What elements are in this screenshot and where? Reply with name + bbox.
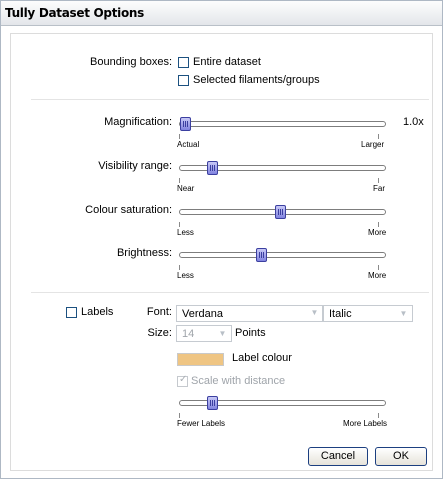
saturation-max-label: More [368,228,387,237]
window-title: Tully Dataset Options [5,6,144,20]
separator [31,292,429,293]
magnification-slider-thumb[interactable] [180,117,191,131]
brightness-slider-track[interactable] [179,252,386,258]
label-colour-label: Label colour [232,352,292,364]
entire-dataset-checkbox[interactable] [178,57,189,68]
style-select[interactable]: Italic ▼ [323,305,413,322]
tick-max [378,265,379,270]
brightness-label: Brightness: [116,247,172,259]
visibility-max-label: Far [373,184,385,193]
labels-label: Labels [81,306,114,318]
ok-button[interactable]: OK [375,447,427,466]
title-bar: Tully Dataset Options [1,1,442,26]
magnification-max-label: Larger [361,140,385,149]
bounding-boxes-label: Bounding boxes: [90,56,172,68]
colour-saturation-label: Colour saturation: [85,204,172,216]
selected-groups-label: Selected filaments/groups [193,74,320,86]
tick-min [179,413,180,418]
brightness-min-label: Less [177,271,194,280]
font-select-arrow[interactable]: ▼ [306,305,323,322]
tick-min [179,178,180,183]
chevron-down-icon: ▼ [310,308,319,317]
tick-max [378,178,379,183]
selected-groups-checkbox[interactable] [178,75,189,86]
magnification-slider-track[interactable] [179,121,386,127]
label-colour-swatch[interactable] [177,353,224,366]
saturation-slider-thumb[interactable] [275,205,287,219]
visibility-slider-thumb[interactable] [207,161,219,175]
tick-min [179,134,180,139]
style-value: Italic [329,308,352,320]
magnification-min-label: Actual [177,140,200,149]
separator [31,99,429,100]
font-select[interactable]: Verdana [176,305,323,322]
tick-min [179,265,180,270]
entire-dataset-label: Entire dataset [193,56,261,68]
tick-max [378,134,379,139]
options-dialog: Tully Dataset Options Bounding boxes: En… [0,0,443,479]
labels-checkbox[interactable] [66,307,77,318]
tick-max [378,222,379,227]
size-label: Size: [147,327,172,339]
chevron-down-icon: ▼ [218,329,227,338]
chevron-down-icon: ▼ [399,309,408,318]
saturation-min-label: Less [177,228,194,237]
visibility-range-label: Visibility range: [98,160,172,172]
size-select[interactable]: 14 ▼ [176,325,232,342]
magnification-value: 1.0x [403,116,424,128]
brightness-slider-thumb[interactable] [255,248,267,262]
tick-min [179,222,180,227]
font-value: Verdana [182,308,223,320]
options-panel: Bounding boxes: Entire dataset Selected … [10,33,433,471]
size-unit: Points [235,327,266,339]
visibility-min-label: Near [177,184,195,193]
density-max-label: More Labels [343,419,388,428]
magnification-label: Magnification: [104,116,172,128]
check-icon: ✓ [179,374,188,385]
font-label: Font: [146,306,172,318]
scale-with-distance-checkbox[interactable]: ✓ [177,374,188,387]
size-value: 14 [182,328,195,340]
density-min-label: Fewer Labels [177,419,226,428]
tick-max [378,413,379,418]
label-density-slider-thumb[interactable] [207,396,219,410]
scale-with-distance-label: Scale with distance [191,375,286,387]
cancel-button[interactable]: Cancel [308,447,368,466]
brightness-max-label: More [368,271,387,280]
